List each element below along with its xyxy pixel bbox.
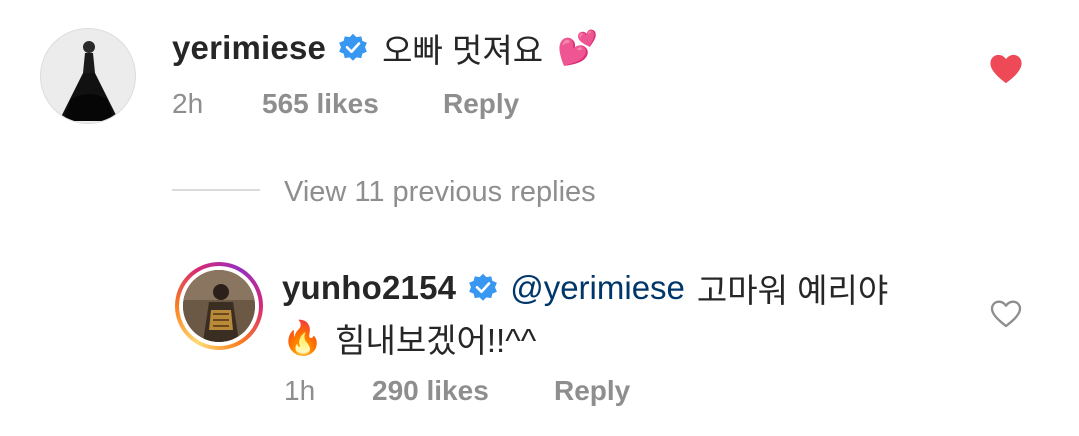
reply-time: 1h (284, 375, 316, 406)
comment-likes[interactable]: 565 likes (262, 88, 379, 120)
reply-likes[interactable]: 290 likes (372, 375, 489, 407)
fire-emoji: 🔥 (282, 318, 324, 356)
comment-header: yerimiese 오빠 멋져요 💕 (172, 28, 599, 70)
liked-heart-icon[interactable] (989, 54, 1023, 84)
comment-reply-button[interactable]: Reply (443, 88, 519, 120)
view-replies-divider (172, 189, 260, 191)
view-previous-replies-button[interactable]: View 11 previous replies (284, 176, 596, 209)
avatar-yunho2154[interactable] (175, 262, 263, 350)
two-hearts-emoji: 💕 (557, 28, 599, 66)
reply-reply-button[interactable]: Reply (554, 375, 630, 407)
avatar-image (183, 270, 255, 342)
reply-username[interactable]: yunho2154 (282, 269, 456, 307)
comment-text: 오빠 멋져요 (382, 32, 544, 69)
reply-text-line1: 고마워 예리야 (696, 272, 889, 309)
comment-time: 2h (172, 88, 204, 119)
like-heart-outline-icon[interactable] (990, 300, 1022, 328)
reply-mention-link[interactable]: @yerimiese (510, 269, 685, 307)
reply-text-line2: 힘내보겠어!!^^ (335, 322, 537, 359)
reply-second-line: 🔥 힘내보겠어!!^^ (282, 318, 536, 360)
avatar-image (41, 29, 135, 123)
avatar-yerimiese[interactable] (40, 28, 136, 124)
verified-badge-icon (469, 273, 498, 301)
reply-header: yunho2154 @yerimiese 고마워 예리야 (282, 268, 888, 309)
comment-username[interactable]: yerimiese (172, 29, 326, 67)
verified-badge-icon (339, 33, 367, 61)
